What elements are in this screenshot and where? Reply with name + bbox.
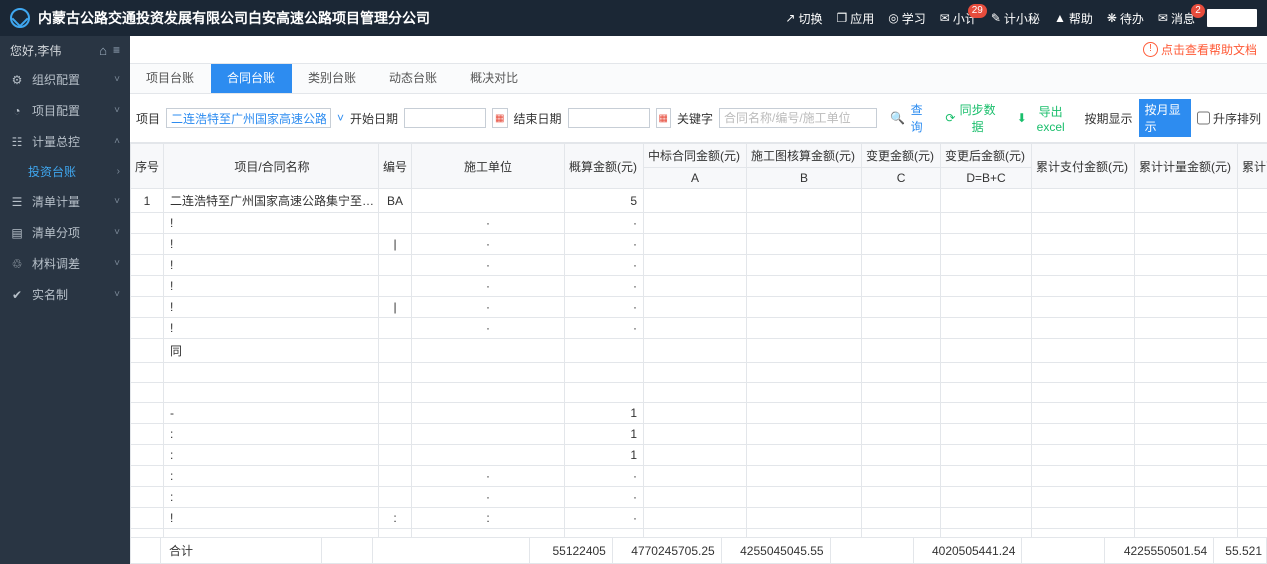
start-date-label: 开始日期	[350, 110, 398, 127]
asc-sort-checkbox[interactable]: 升序排列	[1197, 108, 1261, 128]
table-row[interactable]: !··%	[131, 255, 1267, 276]
tab-1[interactable]: 合同台账	[211, 64, 292, 93]
sidebar-item-0[interactable]: ⚙组织配置˅	[0, 64, 130, 95]
table-row[interactable]: !··	[131, 318, 1267, 339]
end-date-label: 结束日期	[514, 110, 562, 127]
table-row[interactable]: !::·%	[131, 508, 1267, 529]
table-row[interactable]	[131, 383, 1267, 403]
app-title: 内蒙古公路交通投资发展有限公司白安高速公路项目管理分公司	[38, 8, 785, 28]
query-button[interactable]: 🔍查询	[883, 98, 932, 138]
sidebar: ⚙组织配置˅◔项目配置˅☷计量总控˄投资台账›☰清单计量˅▤清单分项˅♲材料调差…	[0, 64, 130, 564]
table-row[interactable]	[131, 529, 1267, 538]
calendar-icon[interactable]: ▦	[656, 108, 671, 128]
header-item-0[interactable]: ↗切换	[785, 10, 822, 27]
start-date-input[interactable]	[404, 108, 486, 128]
header-actions: ↗切换 ❐应用 ◎学习 ✉小计29 ✎计小秘 ▲帮助 ❋待办 ✉消息2	[785, 10, 1195, 27]
dropdown-icon[interactable]: ˅	[337, 111, 344, 125]
sidebar-item-5[interactable]: ♲材料调差˅	[0, 248, 130, 279]
sidebar-item-4[interactable]: ▤清单分项˅	[0, 217, 130, 248]
month-display-button[interactable]: 按月显示	[1139, 99, 1191, 137]
sidebar-item-6[interactable]: ✔实名制˅	[0, 279, 130, 310]
col-budget[interactable]: 概算金额(元)	[565, 144, 644, 189]
sidebar-sub-invest-ledger[interactable]: 投资台账›	[0, 157, 130, 186]
table-row[interactable]: :··%	[131, 487, 1267, 508]
sidebar-item-3[interactable]: ☰清单计量˅	[0, 186, 130, 217]
table-row[interactable]: :1%	[131, 445, 1267, 466]
tab-3[interactable]: 动态台账	[373, 64, 454, 93]
home-icon[interactable]	[99, 43, 107, 58]
tab-2[interactable]: 类别台账	[292, 64, 373, 93]
collapse-icon[interactable]: ≡	[113, 43, 120, 57]
table-row[interactable]: !··%	[131, 276, 1267, 297]
sidebar-item-2[interactable]: ☷计量总控˄	[0, 126, 130, 157]
logo-icon	[10, 8, 30, 28]
col-calc[interactable]: 累计计量金额(元)	[1135, 144, 1238, 189]
header-item-6[interactable]: ❋待办	[1107, 10, 1144, 27]
tab-4[interactable]: 概决对比	[454, 64, 535, 93]
col-code[interactable]: 编号	[379, 144, 412, 189]
col-chg[interactable]: 变更金额(元)	[862, 144, 941, 168]
greeting-bar: 您好,李伟 ≡	[0, 36, 130, 64]
proj-label: 项目	[136, 110, 160, 127]
footer-label: 合计	[160, 538, 321, 564]
table-row[interactable]	[131, 363, 1267, 383]
sidebar-item-1[interactable]: ◔项目配置˅	[0, 95, 130, 126]
greeting-text: 您好,李伟	[10, 42, 61, 59]
header-item-2[interactable]: ◎学习	[888, 10, 926, 27]
footer-totals: 合计 55122405 4770245705.25 4255045045.55 …	[130, 537, 1267, 564]
tab-bar: 项目台账合同台账类别台账动态台账概决对比	[130, 64, 1267, 94]
table-row[interactable]: -1%	[131, 403, 1267, 424]
period-label: 按期显示	[1085, 110, 1133, 127]
col-after[interactable]: 变更后金额(元)	[941, 144, 1032, 168]
calendar-icon[interactable]: ▦	[492, 108, 507, 128]
table-row[interactable]: 同	[131, 339, 1267, 363]
col-draw[interactable]: 施工图核算金额(元)	[747, 144, 862, 168]
project-select[interactable]	[166, 108, 331, 128]
top-header: 内蒙古公路交通投资发展有限公司白安高速公路项目管理分公司 ↗切换 ❐应用 ◎学习 ✉小…	[0, 0, 1267, 36]
keyword-label: 关键字	[677, 110, 713, 127]
col-bid[interactable]: 中标合同金额(元)	[644, 144, 747, 168]
header-item-4[interactable]: ✎计小秘	[991, 10, 1040, 27]
table-row[interactable]: !|··%	[131, 234, 1267, 255]
data-table-wrapper[interactable]: 序号 项目/合同名称 编号 施工单位 概算金额(元) 中标合同金额(元) 施工图…	[130, 143, 1267, 537]
col-seq[interactable]: 序号	[131, 144, 164, 189]
col-unit[interactable]: 施工单位	[412, 144, 565, 189]
table-row[interactable]: :1%	[131, 424, 1267, 445]
table-row[interactable]: !|··%	[131, 297, 1267, 318]
table-row[interactable]: !··%	[131, 213, 1267, 234]
avatar[interactable]	[1207, 9, 1257, 27]
help-doc-link[interactable]: 点击查看帮助文档	[1143, 41, 1257, 58]
sync-button[interactable]: ⟳同步数据	[938, 98, 1003, 138]
export-button[interactable]: ⬇导出excel	[1010, 100, 1079, 137]
end-date-input[interactable]	[568, 108, 650, 128]
col-pct[interactable]: 累计百分比	[1238, 144, 1267, 189]
toolbar: 项目 ˅ 开始日期 ▦ 结束日期 ▦ 关键字 🔍查询 ⟳同步数据 ⬇导出exce…	[130, 94, 1267, 143]
col-name[interactable]: 项目/合同名称	[164, 144, 379, 189]
col-paid[interactable]: 累计支付金额(元)	[1032, 144, 1135, 189]
tab-0[interactable]: 项目台账	[130, 64, 211, 93]
main-content: 项目台账合同台账类别台账动态台账概决对比 项目 ˅ 开始日期 ▦ 结束日期 ▦ …	[130, 64, 1267, 564]
table-row[interactable]: :··%	[131, 466, 1267, 487]
header-item-1[interactable]: ❐应用	[837, 10, 875, 27]
data-table: 序号 项目/合同名称 编号 施工单位 概算金额(元) 中标合同金额(元) 施工图…	[130, 143, 1267, 537]
header-item-5[interactable]: ▲帮助	[1054, 10, 1093, 27]
keyword-input[interactable]	[719, 108, 877, 128]
table-row[interactable]: 1二连浩特至广州国家高速公路集宁至…BA5%	[131, 189, 1267, 213]
header-item-7[interactable]: ✉消息2	[1158, 10, 1195, 27]
header-item-3[interactable]: ✉小计29	[940, 10, 977, 27]
